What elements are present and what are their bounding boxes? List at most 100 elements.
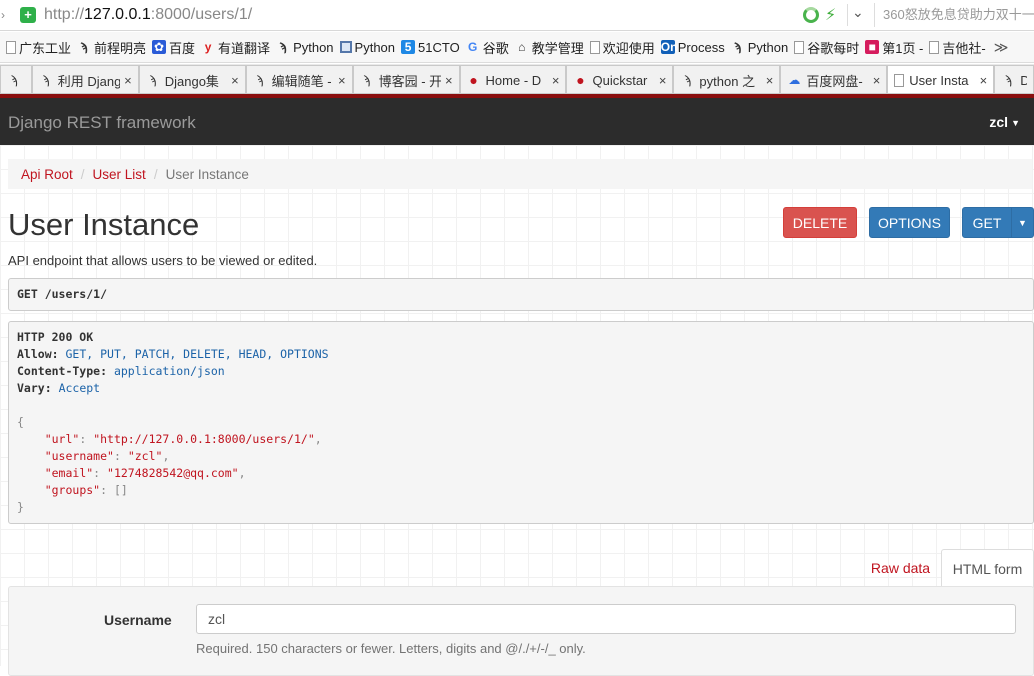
tab-label: Home - D [485,72,542,88]
search-box[interactable]: 360怒放免息贷助力双十一 [874,3,1034,27]
response-status-line: HTTP 200 OK [17,329,1025,346]
bookmark-label: 教学管理 [531,40,584,56]
bookmark-item[interactable]: 5 51CTO [401,40,460,55]
bookmark-label: 广东工业 [19,40,72,56]
breadcrumb-api-root[interactable]: Api Root [21,167,73,182]
browser-tab[interactable]: User Insta × [887,65,995,93]
browser-tab[interactable]: ϡ Dj [994,65,1034,93]
close-tab-icon[interactable]: × [231,73,239,88]
bookmark-item[interactable]: G 谷歌 [466,38,509,57]
get-format-dropdown[interactable]: ▼ [1011,207,1034,238]
refresh-icon[interactable] [803,7,819,23]
bookmark-item[interactable]: 广东工业 [6,38,71,57]
bookmark-item[interactable]: ϡ Python [276,40,333,55]
close-tab-icon[interactable]: × [445,73,453,88]
page-title: User Instance [8,207,200,242]
json-separator: , [162,449,170,463]
close-tab-icon[interactable]: × [124,73,132,88]
bookmark-item[interactable]: ϡ Python [731,40,788,55]
close-tab-icon[interactable]: × [338,73,346,88]
browser-tab[interactable]: ϡ 编辑随笔 - × [245,65,353,93]
bookmark-item[interactable]: 欢迎使用 [589,38,655,57]
bookmark-item[interactable]: ⌂ 教学管理 [515,38,584,57]
get-button[interactable]: GET [962,207,1012,238]
json-key: "groups" [44,483,101,497]
brace: { [17,415,24,429]
bookmark-item[interactable]: 谷歌每时 [794,38,859,57]
bookmark-label: Python [354,39,396,55]
python-logo-icon: ϡ [10,73,18,87]
close-tab-icon[interactable]: × [873,73,881,88]
browser-tab[interactable]: ϡ Django集 × [138,65,246,93]
main-content: Api Root / User List / User Instance Use… [0,145,1034,676]
browser-tab[interactable]: ϡ [0,65,32,93]
on-logo-icon: On [660,40,678,54]
options-button[interactable]: OPTIONS [869,207,950,238]
bookmark-item[interactable]: y 有道翻译 [201,38,270,57]
bookmark-label: 有道翻译 [218,40,271,56]
python-logo-icon: ϡ [80,40,88,54]
request-line: GET /users/1/ [17,287,108,301]
tab-raw-data[interactable]: Raw data [862,549,939,587]
close-tab-icon[interactable]: × [980,73,988,88]
tab-strip: ϡ ϡ 利用 Djang × ϡ Django集 × ϡ 编辑随笔 - × ϡ 博客园 - 开 × ● Ho… [0,64,1034,94]
breadcrumb-user-list[interactable]: User List [93,167,146,182]
page-icon [589,40,600,54]
brand-link[interactable]: Django REST framework [8,113,196,133]
breadcrumb: Api Root / User List / User Instance [8,159,1032,189]
bookmark-label: 谷歌 [482,40,509,56]
lightning-icon[interactable]: ⚡ [825,5,836,25]
django-dot-icon: ● [469,72,478,88]
header-key: Allow: [17,347,59,361]
user-name: zcl [989,114,1009,130]
back-edge-icon[interactable]: › [0,8,8,22]
json-separator: , [314,432,322,446]
browser-tab[interactable]: ● Quickstar × [566,65,674,93]
username-label: Username [104,612,172,628]
response-info: HTTP 200 OK Allow: GET, PUT, PATCH, DELE… [8,321,1034,524]
tab-html-form[interactable]: HTML form [941,549,1034,588]
browser-tab[interactable]: ϡ 博客园 - 开 × [352,65,460,93]
bookmarks-bar: 广东工业 ϡ 前程明亮 ✿ 百度 y 有道翻译 ϡ Python Python 5 51CTO G 谷歌 ⌂… [0,32,1034,63]
browser-tab[interactable]: ☁ 百度网盘- × [780,65,888,93]
bookmark-item[interactable]: ϡ 前程明亮 [77,38,146,57]
python-logo-icon: ϡ [363,73,371,87]
python-logo-icon: ϡ [279,40,287,54]
tab-label: 利用 Djang [57,73,121,89]
browser-tab[interactable]: ● Home - D × [459,65,567,93]
bookmark-label: Process [677,39,725,55]
bookmark-item[interactable]: Python [339,39,396,55]
building-icon: ⌂ [518,40,526,54]
browser-tab[interactable]: ϡ 利用 Djang × [31,65,139,93]
json-field: "groups": [] [17,482,1025,499]
json-colon: : [93,466,108,480]
json-key: "username" [44,449,114,463]
bookmark-item[interactable]: ■ 第1页 - [865,38,923,57]
user-menu[interactable]: zcl ▼ [989,114,1020,130]
bookmark-item[interactable]: ✿ 百度 [152,38,195,57]
username-input[interactable] [196,604,1016,634]
url-host: 127.0.0.1 [84,6,151,23]
json-body: "url": "http://127.0.0.1:8000/users/1/",… [17,431,1025,499]
allow-header: Allow: GET, PUT, PATCH, DELETE, HEAD, OP… [17,346,1025,363]
python-logo-icon: ϡ [149,73,157,87]
tab-label: 博客园 - 开 [378,73,441,89]
close-tab-icon[interactable]: × [766,73,774,88]
delete-button[interactable]: DELETE [783,207,857,238]
json-field: "url": "http://127.0.0.1:8000/users/1/", [17,431,1025,448]
tab-label: python 之 [699,73,756,89]
more-bookmarks-icon[interactable]: ≫ [994,39,1009,56]
close-tab-icon[interactable]: × [552,73,560,88]
bookmark-item[interactable]: 吉他社- [929,38,986,57]
breadcrumb-current: User Instance [165,166,249,182]
tab-label: 编辑随笔 - [271,73,332,89]
tab-label: Quickstar [592,72,648,88]
url-field[interactable]: http://127.0.0.1:8000/users/1/ [44,6,252,24]
bookmark-item[interactable]: On Process [660,39,725,55]
browser-tab[interactable]: ϡ python 之 × [673,65,781,93]
caret-down-icon: ▼ [1018,217,1027,228]
chevron-down-icon[interactable]: ⌄ [852,4,864,21]
close-tab-icon[interactable]: × [659,73,667,88]
secure-shield-icon[interactable]: + [20,7,36,23]
